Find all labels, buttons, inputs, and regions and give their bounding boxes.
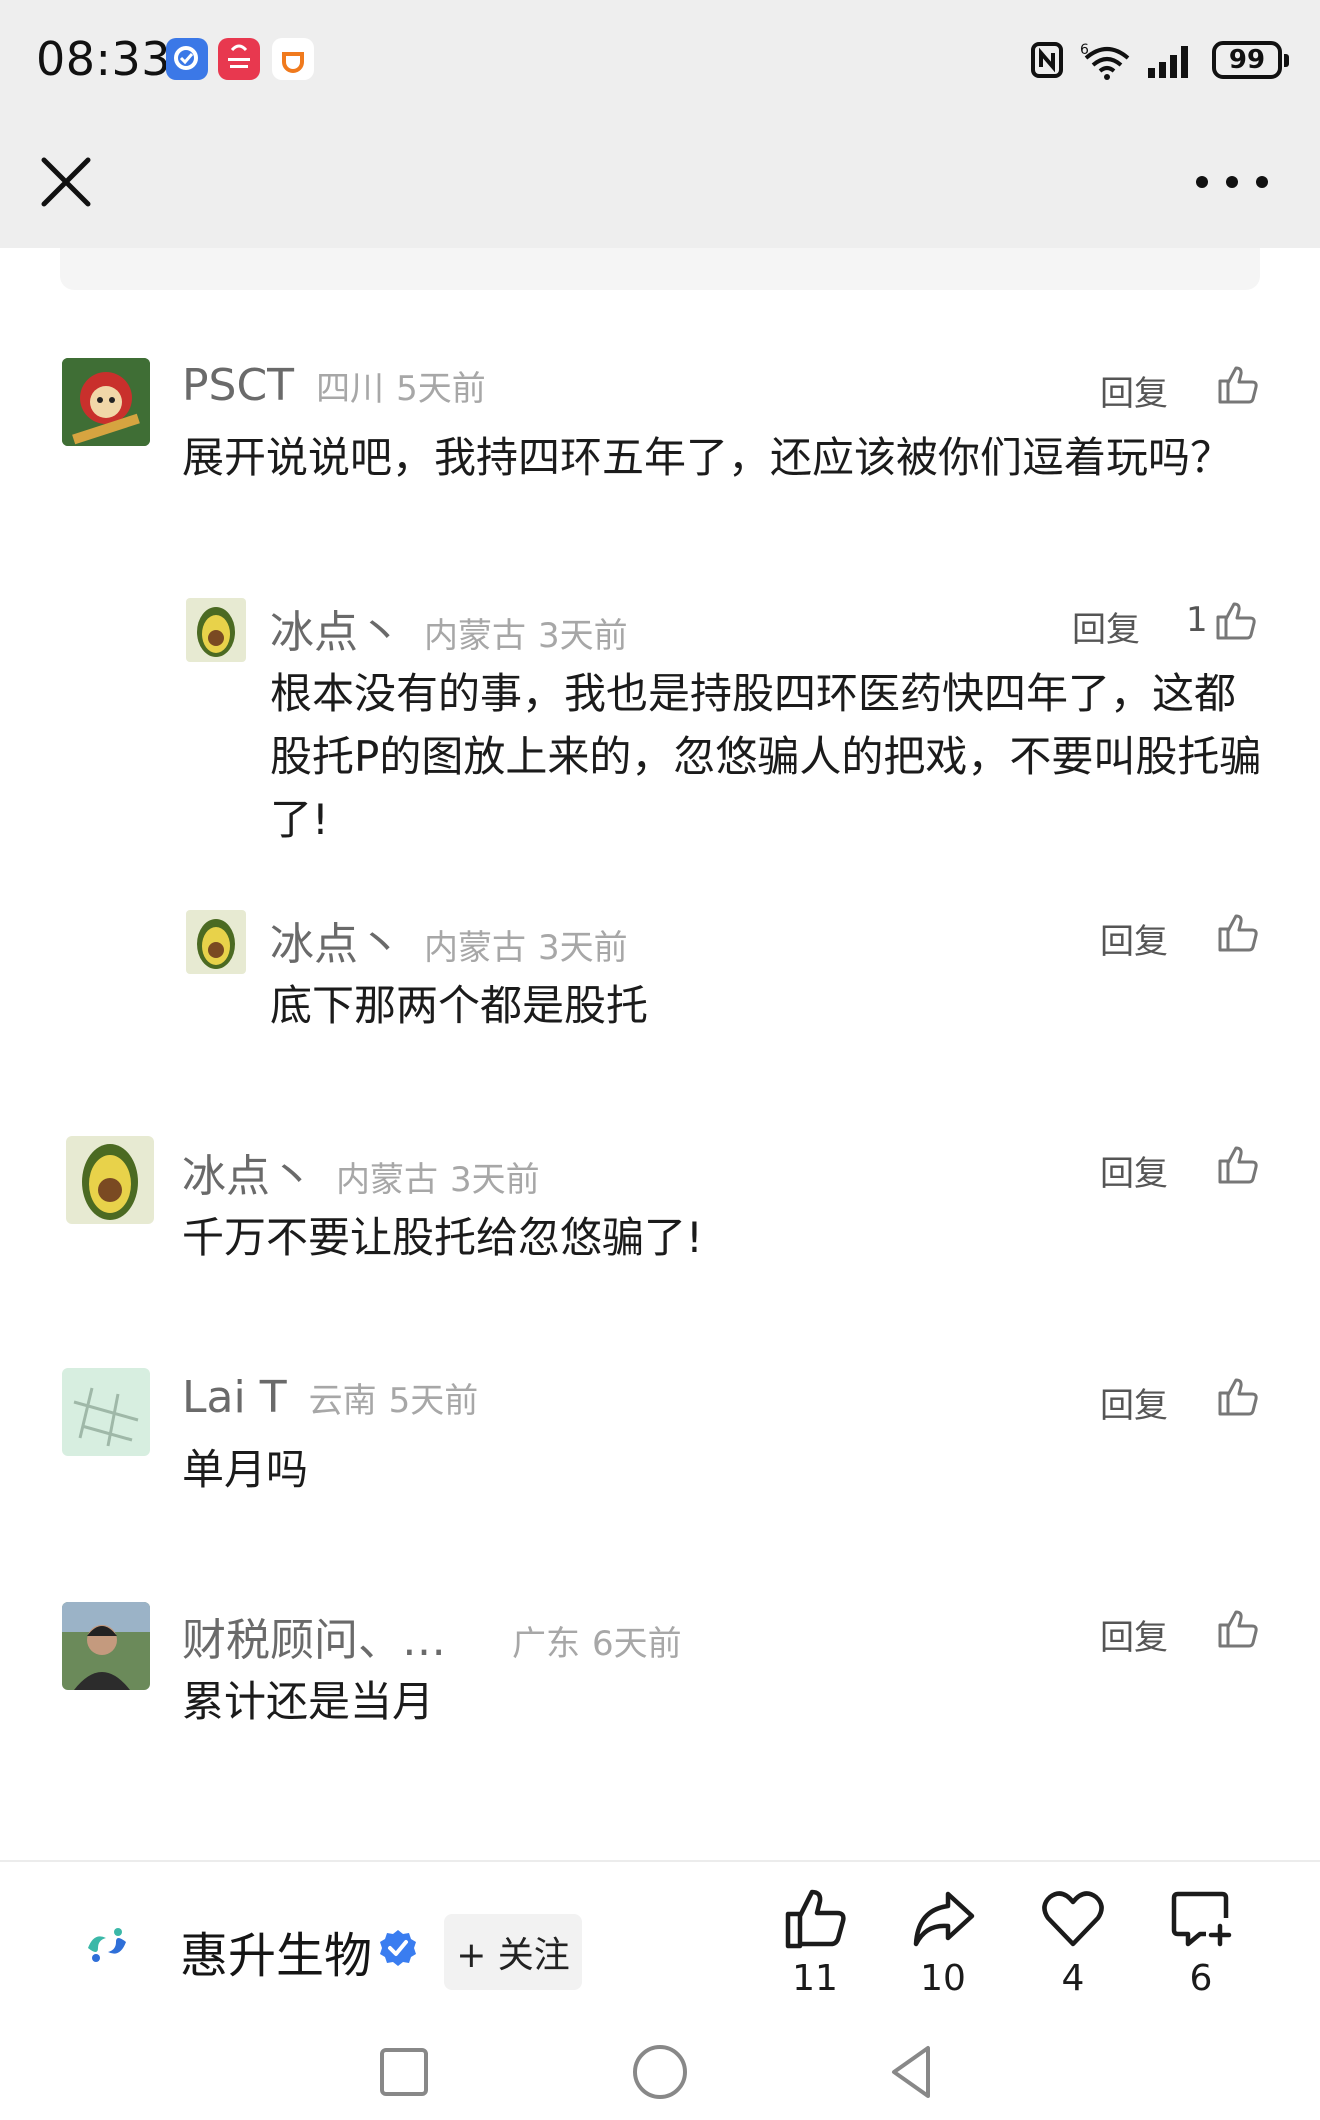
back-icon[interactable]: [882, 2042, 942, 2102]
verified-badge-icon: [380, 1930, 416, 1966]
nfc-icon: [1031, 42, 1063, 78]
reply-button[interactable]: 回复: [1100, 366, 1168, 415]
reply-button[interactable]: 回复: [1100, 1610, 1168, 1659]
share-icon: [913, 1891, 975, 1947]
comment-time: 3天前: [538, 928, 628, 968]
like-button[interactable]: [1216, 1374, 1260, 1418]
comment-author[interactable]: PSCT: [182, 360, 294, 411]
comment-text: 根本没有的事，我也是持股四环医药快四年了，这都股托P的图放上来的，忽悠骗人的把戏…: [270, 669, 1262, 844]
avatar: [62, 1368, 150, 1456]
thumb-up-icon: [1216, 602, 1256, 640]
comment-text: 底下那两个都是股托: [270, 981, 649, 1030]
comment-location: 云南: [308, 1381, 377, 1421]
wifi-icon: 6: [1080, 42, 1130, 80]
comment-location: 四川: [316, 369, 385, 409]
reply-button[interactable]: 回复: [1100, 1378, 1168, 1427]
battery-indicator: 99: [1212, 41, 1289, 79]
comment-text: 千万不要让股托给忽悠骗了!: [182, 1213, 703, 1262]
brand-logo-icon[interactable]: [82, 1924, 132, 1966]
comment-header: 冰点丶 内蒙古 3天前: [270, 596, 628, 658]
comment-text: 展开说说吧，我持四环五年了，还应该被你们逗着玩吗？: [182, 433, 1233, 482]
thumb-up-icon: [1218, 366, 1258, 404]
comment-time: 5天前: [396, 369, 486, 409]
like-button[interactable]: 1: [1186, 598, 1258, 642]
thumb-up-icon: [1218, 1378, 1258, 1416]
favorite-count: 4: [1061, 1958, 1085, 1999]
comment-location: 内蒙古: [424, 616, 526, 656]
more-icon[interactable]: [1196, 160, 1268, 204]
thumb-up-icon: [785, 1889, 846, 1949]
comment-time: 3天前: [450, 1160, 540, 1200]
bottom-action-bar: 惠升生物 + 关注 11 10 4 6: [0, 1860, 1320, 2022]
like-count: 1: [1186, 600, 1208, 640]
notification-app-icon-2: [272, 38, 314, 80]
avatar: [66, 1136, 154, 1224]
comment-action[interactable]: 6: [1146, 1886, 1256, 1999]
like-button[interactable]: [1216, 362, 1260, 406]
signal-icon: [1148, 46, 1188, 78]
share-count: 10: [920, 1958, 966, 1999]
more-dot: [1196, 176, 1208, 188]
thumb-up-icon: [1218, 1610, 1258, 1648]
comment-icon: [1171, 1891, 1232, 1947]
close-icon[interactable]: [36, 152, 96, 212]
thumb-up-icon: [1218, 1146, 1258, 1184]
top-bar: 08:33 6 99: [0, 0, 1320, 248]
more-dot: [1256, 176, 1268, 188]
comment-header: 财税顾问、… 广东 6天前: [182, 1604, 682, 1666]
like-button[interactable]: [1216, 1142, 1260, 1186]
comment-location: 广东: [512, 1624, 580, 1664]
reply-button[interactable]: 回复: [1100, 1146, 1168, 1195]
heart-icon: [1042, 1891, 1104, 1947]
avatar: [186, 598, 246, 662]
comment-location: 内蒙古: [336, 1160, 438, 1200]
avatar: [186, 910, 246, 974]
home-icon[interactable]: [630, 2042, 690, 2102]
like-count: 11: [792, 1958, 838, 1999]
follow-button[interactable]: + 关注: [444, 1914, 582, 1990]
avatar: [62, 1602, 150, 1690]
comment-time: 3天前: [538, 616, 628, 656]
comment-author[interactable]: 冰点丶: [182, 1140, 314, 1204]
reply-button[interactable]: 回复: [1100, 914, 1168, 963]
comment-time: 6天前: [592, 1624, 682, 1664]
comment-text: 单月吗: [182, 1445, 309, 1494]
comment-time: 5天前: [388, 1381, 479, 1421]
like-action[interactable]: 11: [760, 1886, 870, 1999]
comment-author[interactable]: Lai T: [182, 1372, 287, 1423]
like-button[interactable]: [1216, 1606, 1260, 1650]
comment-author[interactable]: 冰点丶: [270, 908, 402, 972]
status-time: 08:33: [36, 32, 172, 86]
like-button[interactable]: [1216, 910, 1260, 954]
comment-author[interactable]: 财税顾问、…: [182, 1604, 446, 1668]
notification-app-icon-1: [166, 38, 208, 80]
favorite-action[interactable]: 4: [1018, 1886, 1128, 1999]
app-gallery-icon: [218, 38, 260, 80]
system-navigation-bar: [0, 2020, 1320, 2120]
comment-header: 冰点丶 内蒙古 3天前: [182, 1140, 540, 1202]
comment-header: PSCT 四川 5天前: [182, 360, 486, 420]
author-name[interactable]: 惠升生物: [180, 1916, 372, 1986]
comment-location: 内蒙古: [424, 928, 526, 968]
recent-apps-icon[interactable]: [374, 2042, 434, 2102]
avatar: [62, 358, 150, 446]
reply-button[interactable]: 回复: [1072, 602, 1140, 651]
comment-header: 冰点丶 内蒙古 3天前: [270, 908, 628, 970]
comment-count: 6: [1189, 1958, 1213, 1999]
comment-author[interactable]: 冰点丶: [270, 596, 402, 660]
status-icons: 6 99: [1030, 36, 1289, 84]
share-action[interactable]: 10: [888, 1886, 998, 1999]
more-dot: [1226, 176, 1238, 188]
comment-header: Lai T 云南 5天前: [182, 1372, 478, 1432]
thumb-up-icon: [1218, 914, 1258, 952]
comment-text: 累计还是当月: [182, 1677, 435, 1726]
